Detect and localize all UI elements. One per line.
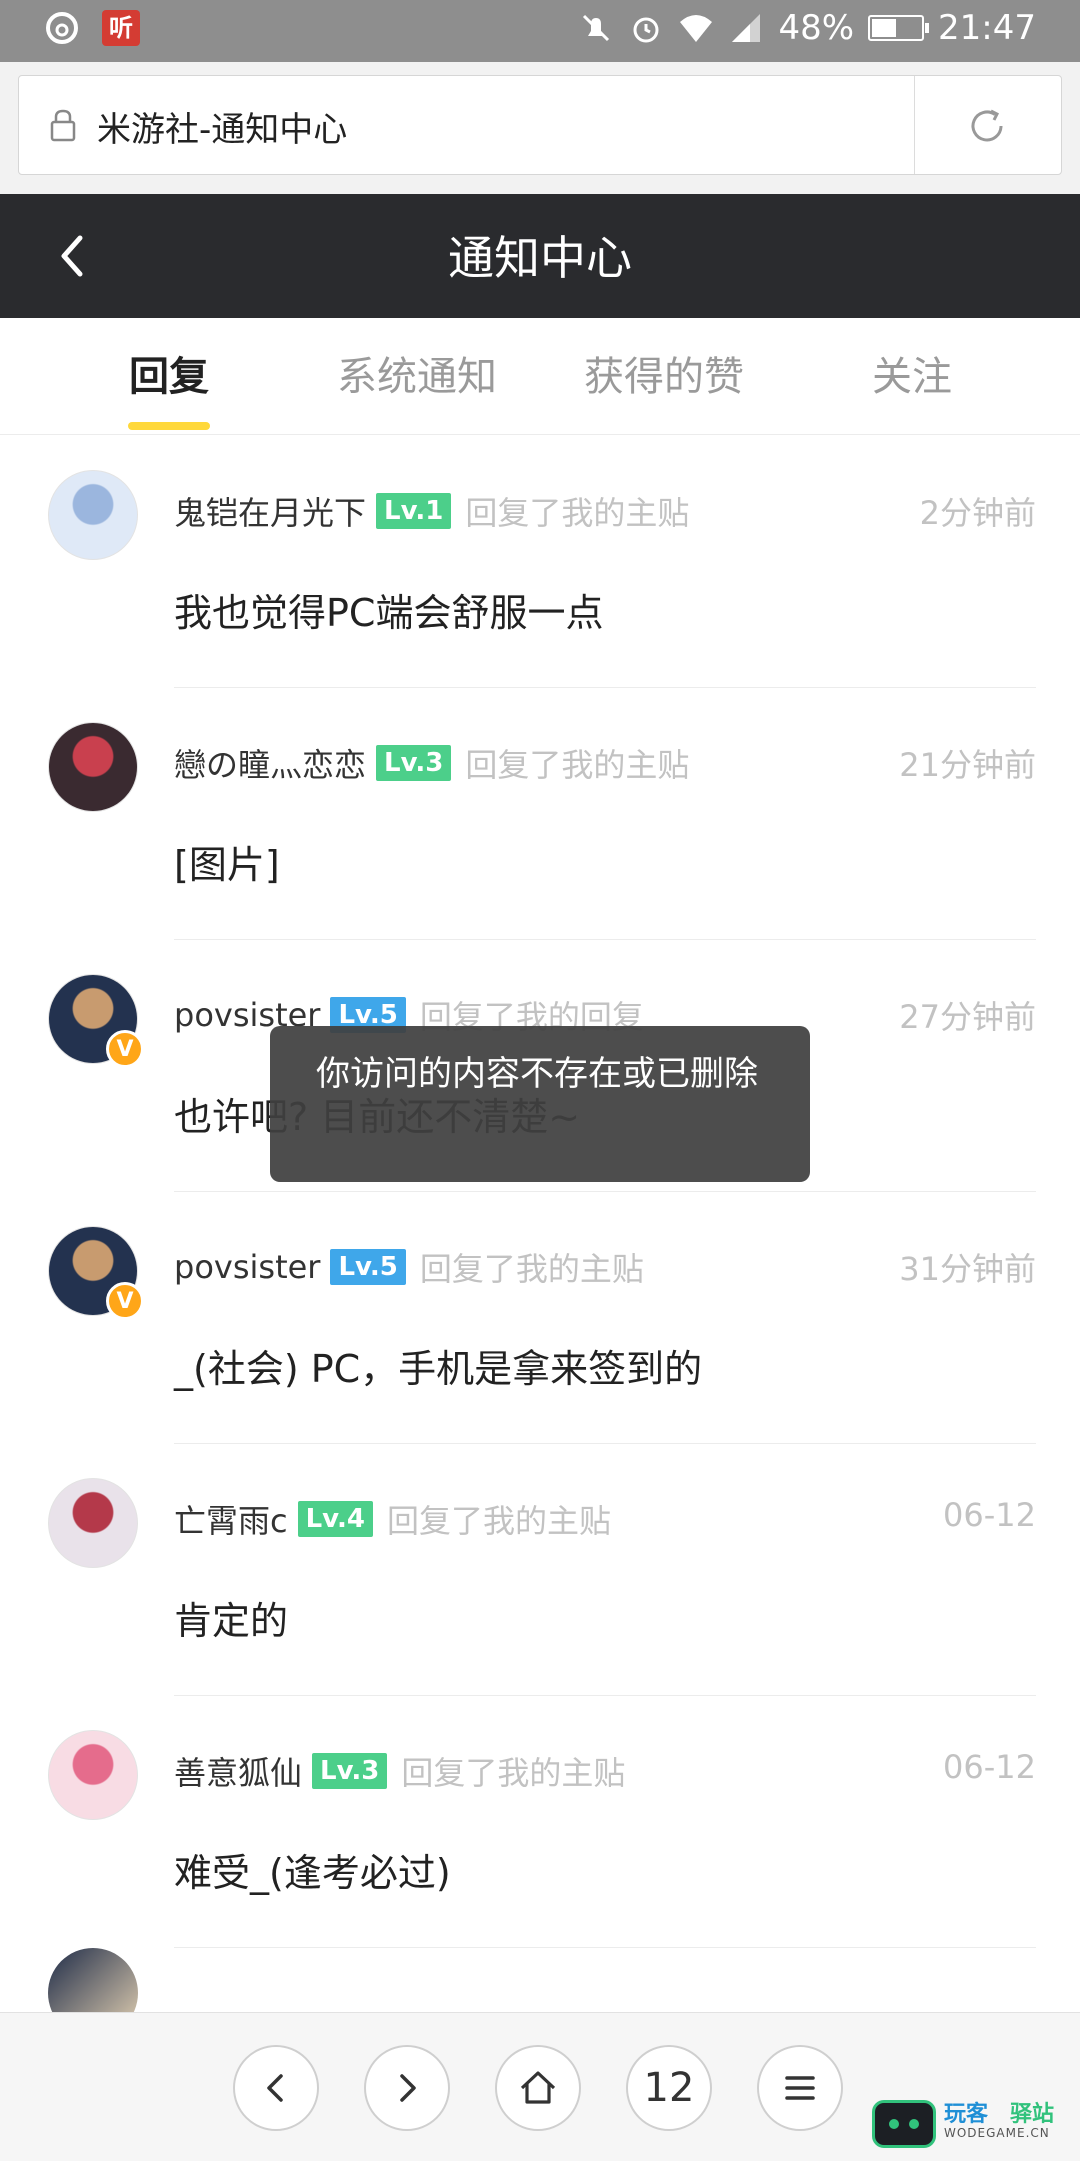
action-text: 回复了我的主贴 bbox=[465, 746, 690, 784]
menu-button[interactable] bbox=[757, 2045, 843, 2131]
watermark-logo: 玩客 驿站 WODEGAME.CN bbox=[872, 2094, 1072, 2154]
lock-icon bbox=[50, 109, 76, 142]
timestamp: 21分钟前 bbox=[899, 746, 1036, 784]
back-button[interactable] bbox=[233, 2045, 319, 2131]
home-icon bbox=[520, 2071, 556, 2104]
verified-badge: V bbox=[106, 1030, 144, 1068]
notification-meta: 戀の瞳灬恋恋 Lv.3 回复了我的主贴 bbox=[174, 740, 689, 786]
username[interactable]: 戀の瞳灬恋恋 bbox=[174, 740, 366, 786]
tab-bar: 回复 系统通知 获得的赞 关注 bbox=[0, 318, 1080, 435]
avatar[interactable] bbox=[48, 1478, 138, 1568]
avatar[interactable] bbox=[48, 1730, 138, 1820]
action-text: 回复了我的主贴 bbox=[401, 1754, 626, 1792]
tab-count: 12 bbox=[643, 2065, 695, 2111]
username[interactable]: povsister bbox=[174, 1248, 320, 1286]
reply-content[interactable]: [图片] bbox=[174, 834, 280, 889]
notification-meta: 鬼铠在月光下 Lv.1 回复了我的主贴 bbox=[174, 488, 689, 534]
level-badge: Lv.5 bbox=[330, 1249, 406, 1285]
timestamp: 31分钟前 bbox=[899, 1250, 1036, 1288]
forward-button[interactable] bbox=[364, 2045, 450, 2131]
username[interactable]: 鬼铠在月光下 bbox=[174, 488, 366, 534]
tab-follows[interactable]: 关注 bbox=[802, 344, 1022, 402]
timestamp: 2分钟前 bbox=[919, 494, 1036, 532]
tabs-button[interactable]: 12 bbox=[626, 2045, 712, 2131]
avatar-partial bbox=[48, 1948, 138, 2012]
watermark-text-2: 驿站 bbox=[1010, 2102, 1055, 2127]
robot-logo-icon bbox=[872, 2100, 936, 2148]
notification-item[interactable]: 鬼铠在月光下 Lv.1 回复了我的主贴 2分钟前我也觉得PC端会舒服一点 bbox=[0, 436, 1080, 688]
page-title-url: 米游社-通知中心 bbox=[97, 110, 348, 150]
timestamp: 06-12 bbox=[943, 1496, 1036, 1534]
level-badge: Lv.4 bbox=[297, 1501, 373, 1537]
watermark-url: WODEGAME.CN bbox=[944, 2126, 1050, 2140]
tab-replies[interactable]: 回复 bbox=[59, 344, 279, 402]
chevron-left-icon bbox=[267, 2074, 283, 2102]
app-header: 通知中心 bbox=[0, 194, 1080, 318]
alarm-icon bbox=[633, 17, 659, 43]
notification-list: 鬼铠在月光下 Lv.1 回复了我的主贴 2分钟前我也觉得PC端会舒服一点戀の瞳灬恋恋 L… bbox=[0, 436, 1080, 1948]
signal-icon bbox=[732, 14, 761, 42]
avatar[interactable] bbox=[48, 470, 138, 560]
level-badge: Lv.3 bbox=[376, 745, 452, 781]
username[interactable]: 亡霄雨c bbox=[174, 1496, 288, 1542]
ting-app-icon: 听 bbox=[102, 10, 140, 46]
page-title: 通知中心 bbox=[448, 231, 632, 285]
action-text: 回复了我的主贴 bbox=[465, 494, 690, 532]
chevron-right-icon bbox=[400, 2074, 416, 2102]
divider bbox=[914, 76, 915, 174]
action-text: 回复了我的主贴 bbox=[386, 1502, 611, 1540]
notification-item[interactable]: 亡霄雨c Lv.4 回复了我的主贴 06-12 肯定的 bbox=[0, 1444, 1080, 1696]
mute-bell-icon bbox=[583, 14, 610, 42]
reply-content[interactable]: 肯定的 bbox=[174, 1590, 288, 1645]
avatar[interactable] bbox=[48, 722, 138, 812]
timestamp: 27分钟前 bbox=[899, 998, 1036, 1036]
toast-message: 你访问的内容不存在或已删除 bbox=[270, 1026, 810, 1182]
watermark-text-1: 玩客 bbox=[944, 2102, 989, 2127]
menu-icon bbox=[785, 2076, 815, 2100]
level-badge: Lv.1 bbox=[376, 493, 452, 529]
action-text: 回复了我的主贴 bbox=[419, 1250, 644, 1288]
tab-likes-received[interactable]: 获得的赞 bbox=[554, 344, 774, 402]
notification-item[interactable]: 戀の瞳灬恋恋 Lv.3 回复了我的主贴 21分钟前 [图片] bbox=[0, 688, 1080, 940]
active-tab-indicator bbox=[128, 422, 210, 430]
notification-meta: 善意狐仙 Lv.3 回复了我的主贴 bbox=[174, 1748, 625, 1794]
notification-meta: 亡霄雨c Lv.4 回复了我的主贴 bbox=[174, 1496, 611, 1542]
divider bbox=[174, 1947, 1036, 1948]
notification-item[interactable]: 善意狐仙 Lv.3 回复了我的主贴 06-12 难受_(逢考必过) bbox=[0, 1696, 1080, 1948]
notification-item[interactable]: Vpovsister Lv.5 回复了我的主贴 31分钟前 _(社会) PC，手机是拿来… bbox=[0, 1192, 1080, 1444]
browser-toolbar: 米游社-通知中心 bbox=[0, 62, 1080, 194]
home-button[interactable] bbox=[495, 2045, 581, 2131]
username[interactable]: 善意狐仙 bbox=[174, 1748, 302, 1794]
battery-percent: 48% bbox=[778, 8, 855, 48]
netease-music-icon bbox=[46, 12, 78, 44]
reload-icon[interactable] bbox=[963, 102, 1011, 150]
address-bar[interactable]: 米游社-通知中心 bbox=[18, 75, 1062, 175]
clock: 21:47 bbox=[938, 8, 1036, 48]
reply-content[interactable]: _(社会) PC，手机是拿来签到的 bbox=[174, 1338, 702, 1393]
verified-badge: V bbox=[106, 1282, 144, 1320]
battery-icon bbox=[868, 15, 930, 41]
reply-content[interactable]: 难受_(逢考必过) bbox=[174, 1842, 451, 1897]
status-bar: 听 48% 21:47 bbox=[0, 0, 1080, 62]
level-badge: Lv.3 bbox=[312, 1753, 388, 1789]
notification-meta: povsister Lv.5 回复了我的主贴 bbox=[174, 1244, 644, 1290]
reply-content[interactable]: 我也觉得PC端会舒服一点 bbox=[174, 582, 603, 637]
timestamp: 06-12 bbox=[943, 1748, 1036, 1786]
wifi-icon bbox=[680, 15, 713, 42]
tab-system-notices[interactable]: 系统通知 bbox=[307, 344, 527, 402]
